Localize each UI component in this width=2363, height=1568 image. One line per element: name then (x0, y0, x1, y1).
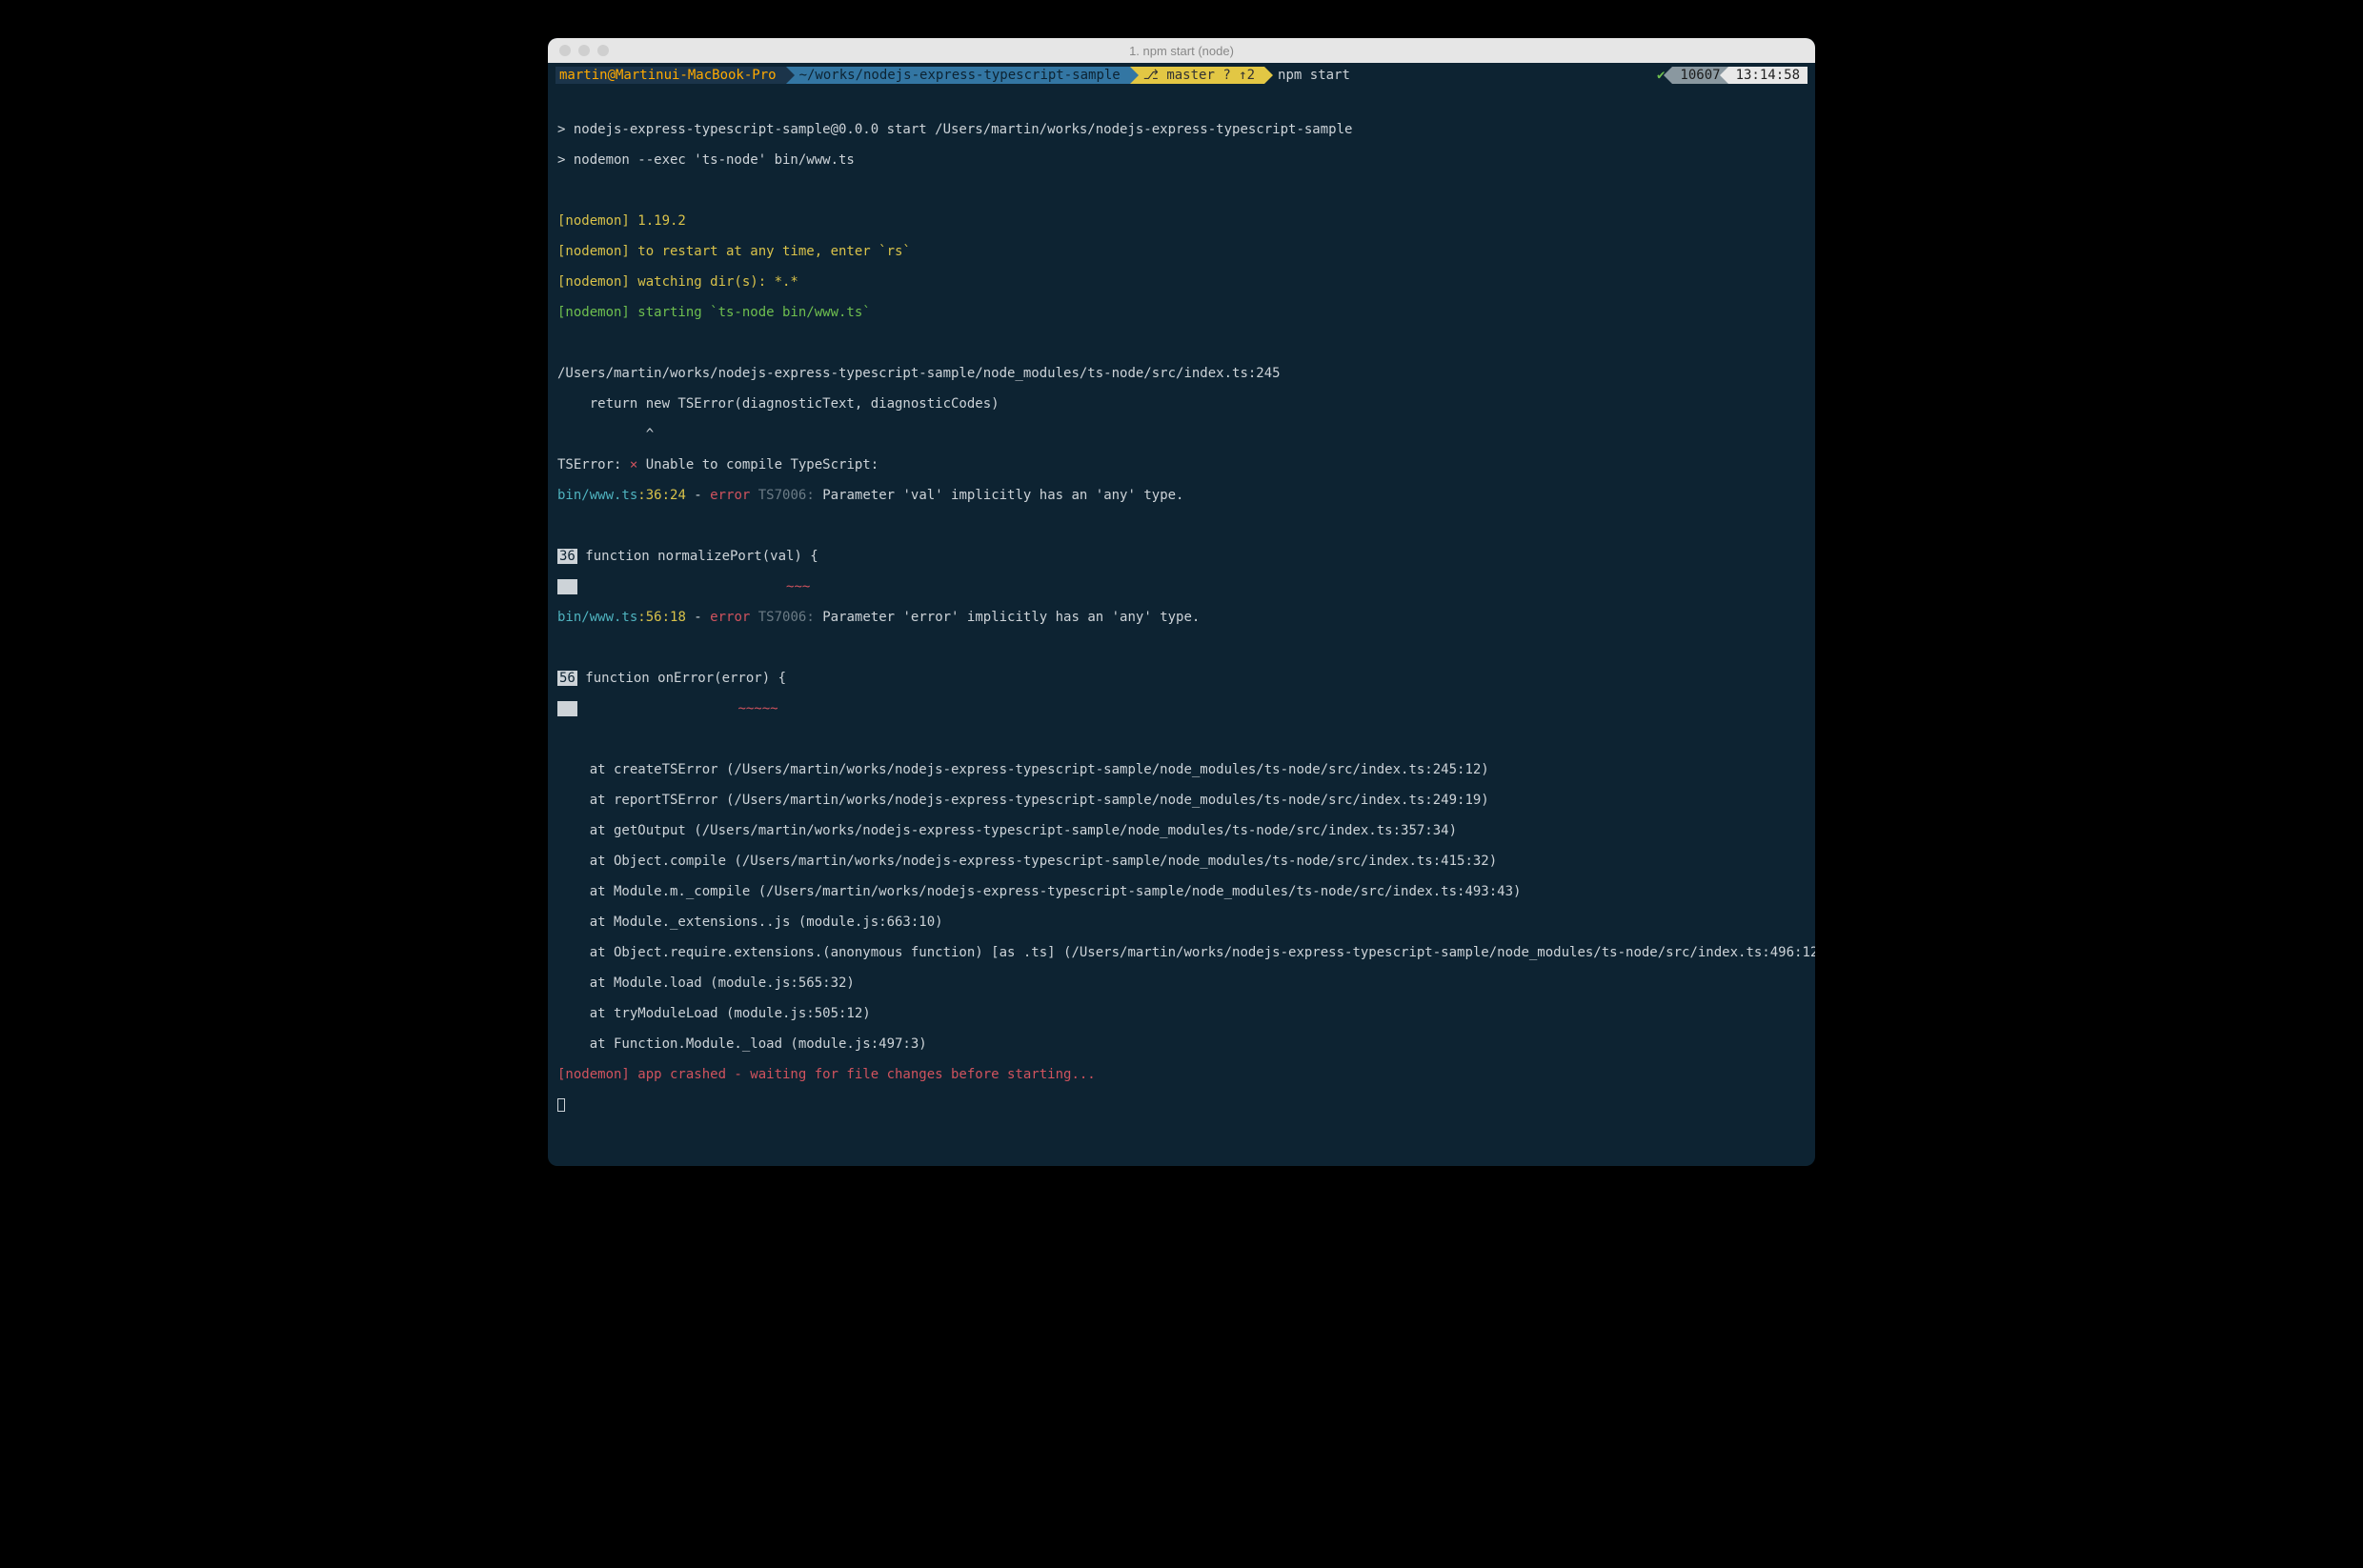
stack-line: at tryModuleLoad (module.js:505:12) (557, 1006, 1806, 1021)
close-icon[interactable] (559, 45, 571, 56)
stack-line: at Object.require.extensions.(anonymous … (557, 945, 1806, 960)
clock-time: 13:14:58 (1728, 67, 1808, 84)
git-ahead: ↑2 (1239, 67, 1255, 84)
output-line (557, 732, 1806, 747)
git-branch: master ? (1166, 67, 1230, 84)
diag-line: bin/www.ts:56:18 - error TS7006: Paramet… (557, 610, 1806, 625)
prompt-path: ~/works/nodejs-express-typescript-sample (799, 67, 1121, 84)
line-number: 56 (557, 671, 577, 686)
nodemon-line: [nodemon] to restart at any time, enter … (557, 244, 1806, 259)
minimize-icon[interactable] (578, 45, 590, 56)
cursor-icon (557, 1098, 565, 1112)
diag-error: error (710, 610, 750, 625)
diag-source-line: 56 function onError(error) { (557, 671, 1806, 686)
diag-dash: - (686, 488, 710, 503)
stack-line: at createTSError (/Users/martin/works/no… (557, 762, 1806, 777)
titlebar[interactable]: 1. npm start (node) (548, 38, 1815, 63)
stack-line: at Module.load (module.js:565:32) (557, 975, 1806, 991)
prompt-user-segment: martin@Martinui-MacBook-Pro (555, 67, 786, 84)
line-number-blank (557, 701, 577, 716)
diag-line: bin/www.ts:36:24 - error TS7006: Paramet… (557, 488, 1806, 503)
stack-line: at getOutput (/Users/martin/works/nodejs… (557, 823, 1806, 838)
output-line (557, 640, 1806, 655)
prompt-command: npm start (1278, 67, 1350, 84)
stack-line: at Object.compile (/Users/martin/works/n… (557, 854, 1806, 869)
prompt-path-segment: ~/works/nodejs-express-typescript-sample (786, 67, 1130, 84)
stack-line: at reportTSError (/Users/martin/works/no… (557, 793, 1806, 808)
error-path: /Users/martin/works/nodejs-express-types… (557, 366, 1806, 381)
diag-underline: ~~~~~ (557, 701, 1806, 716)
cursor-line[interactable] (557, 1097, 1806, 1113)
tserror-prefix: TSError: (557, 457, 630, 472)
source-code: function onError(error) { (577, 671, 786, 686)
prompt-line: martin@Martinui-MacBook-Pro ~/works/node… (548, 63, 1815, 86)
nodemon-crashed: [nodemon] app crashed - waiting for file… (557, 1067, 1806, 1082)
line-number: 36 (557, 549, 577, 564)
diag-underline: ~~~ (557, 579, 1806, 594)
prompt-right: ✔ 10607 13:14:58 (1649, 67, 1808, 84)
diag-loc: :56:18 (637, 610, 686, 625)
source-code: function normalizePort(val) { (577, 549, 818, 564)
window-title: 1. npm start (node) (557, 44, 1806, 58)
line-number-blank (557, 579, 577, 594)
diag-file: bin/www.ts (557, 488, 637, 503)
output-line (557, 335, 1806, 351)
nodemon-line: [nodemon] starting `ts-node bin/www.ts` (557, 305, 1806, 320)
diag-error: error (710, 488, 750, 503)
zoom-icon[interactable] (597, 45, 609, 56)
tserror-msg: Unable to compile TypeScript: (637, 457, 879, 472)
terminal-window: 1. npm start (node) martin@Martinui-MacB… (548, 38, 1815, 1166)
stack-line: at Module._extensions..js (module.js:663… (557, 915, 1806, 930)
terminal-output[interactable]: > nodejs-express-typescript-sample@0.0.0… (548, 86, 1815, 1166)
prompt-command-segment[interactable]: npm start (1264, 67, 1360, 84)
traffic-lights (559, 45, 609, 56)
diag-source-line: 36 function normalizePort(val) { (557, 549, 1806, 564)
diag-msg: Parameter 'val' implicitly has an 'any' … (822, 488, 1183, 503)
output-line: > nodemon --exec 'ts-node' bin/www.ts (557, 152, 1806, 168)
nodemon-line: [nodemon] watching dir(s): *.* (557, 274, 1806, 290)
diag-code: TS7006: (750, 610, 822, 625)
squig-pad (577, 579, 786, 594)
diag-code: TS7006: (750, 488, 822, 503)
prompt-git-segment: ⎇ master ? ↑2 (1130, 67, 1264, 84)
diag-loc: :36:24 (637, 488, 686, 503)
diag-msg: Parameter 'error' implicitly has an 'any… (822, 610, 1200, 625)
squig-pad (577, 701, 738, 716)
prompt-user: martin@Martinui-MacBook-Pro (559, 67, 777, 84)
squiggle: ~~~~~ (737, 701, 778, 716)
git-branch-icon: ⎇ (1143, 67, 1159, 84)
diag-file: bin/www.ts (557, 610, 637, 625)
tserror-line: TSError: ⨯ Unable to compile TypeScript: (557, 457, 1806, 472)
nodemon-line: [nodemon] 1.19.2 (557, 213, 1806, 229)
output-line (557, 518, 1806, 533)
diag-dash: - (686, 610, 710, 625)
output-line: > nodejs-express-typescript-sample@0.0.0… (557, 122, 1806, 137)
stack-line: at Function.Module._load (module.js:497:… (557, 1036, 1806, 1052)
stack-line: at Module.m._compile (/Users/martin/work… (557, 884, 1806, 899)
output-line (557, 183, 1806, 198)
squiggle: ~~~ (786, 579, 810, 594)
error-line: return new TSError(diagnosticText, diagn… (557, 396, 1806, 412)
error-caret: ^ (557, 427, 1806, 442)
